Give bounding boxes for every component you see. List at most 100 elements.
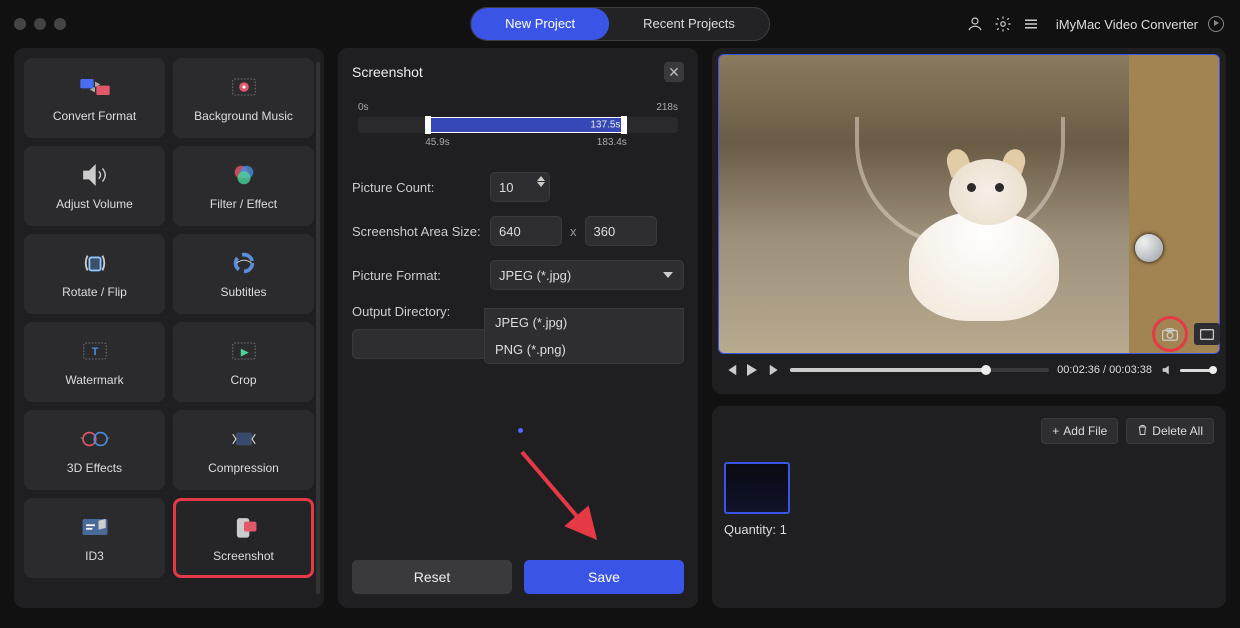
- tool-label: Subtitles: [220, 285, 266, 299]
- area-size-label: Screenshot Area Size:: [352, 224, 482, 239]
- traffic-min[interactable]: [34, 18, 46, 30]
- delete-all-button[interactable]: Delete All: [1126, 418, 1214, 444]
- player-controls: 00:02:36 / 00:03:38: [718, 354, 1220, 386]
- 3d-icon: [79, 425, 111, 453]
- decorative-dot: [518, 428, 523, 433]
- traffic-max[interactable]: [54, 18, 66, 30]
- height-input[interactable]: 360: [585, 216, 657, 246]
- close-panel-button[interactable]: ✕: [664, 62, 684, 82]
- tool-label: Crop: [230, 373, 256, 387]
- picture-format-label: Picture Format:: [352, 268, 482, 283]
- play-round-icon[interactable]: [1208, 16, 1224, 32]
- volume-icon: [79, 161, 111, 189]
- save-button[interactable]: Save: [524, 560, 684, 594]
- seek-bar[interactable]: [790, 368, 1049, 372]
- project-tabs: New Project Recent Projects: [470, 7, 770, 41]
- id3-icon: [79, 513, 111, 541]
- tool-label: Compression: [208, 461, 279, 475]
- file-area: +Add File Delete All Quantity: 1: [712, 406, 1226, 608]
- slider-end-tick: 218s: [656, 102, 678, 113]
- trash-icon: [1137, 424, 1148, 439]
- tool-filter-effect[interactable]: Filter / Effect: [173, 146, 314, 226]
- tool-crop[interactable]: Crop: [173, 322, 314, 402]
- tool-label: Filter / Effect: [210, 197, 277, 211]
- compression-icon: [228, 425, 260, 453]
- rotate-icon: [79, 249, 111, 277]
- slider-start-tick: 0s: [358, 102, 369, 113]
- header-right: iMyMac Video Converter: [966, 15, 1224, 33]
- slider-out-handle[interactable]: [621, 116, 627, 134]
- tool-label: Screenshot: [213, 549, 274, 563]
- dimension-x: x: [570, 224, 577, 239]
- play-button[interactable]: [746, 363, 760, 377]
- right-column: 00:02:36 / 00:03:38 +Add File Delete All…: [712, 48, 1226, 608]
- slider-in-handle[interactable]: [425, 116, 431, 134]
- reset-button[interactable]: Reset: [352, 560, 512, 594]
- tool-watermark[interactable]: T Watermark: [24, 322, 165, 402]
- tab-recent-projects[interactable]: Recent Projects: [609, 8, 769, 40]
- file-thumbnail[interactable]: [724, 462, 790, 514]
- chevron-down-icon: [663, 272, 673, 278]
- prev-button[interactable]: [724, 363, 738, 377]
- tool-adjust-volume[interactable]: Adjust Volume: [24, 146, 165, 226]
- volume-icon: [1160, 363, 1174, 377]
- tool-label: Background Music: [194, 109, 293, 123]
- format-option-png[interactable]: PNG (*.png): [485, 336, 683, 363]
- tool-label: Rotate / Flip: [62, 285, 127, 299]
- tool-background-music[interactable]: Background Music: [173, 58, 314, 138]
- panel-title: Screenshot: [352, 64, 423, 80]
- annotation-arrow: [518, 448, 618, 558]
- tab-new-project[interactable]: New Project: [471, 8, 609, 40]
- subtitles-icon: [228, 249, 260, 277]
- add-file-button[interactable]: +Add File: [1041, 418, 1118, 444]
- tool-convert-format[interactable]: Convert Format: [24, 58, 165, 138]
- tool-compression[interactable]: Compression: [173, 410, 314, 490]
- tools-grid: Convert Format Background Music Adjust V…: [14, 48, 324, 608]
- tool-label: Convert Format: [53, 109, 136, 123]
- scene-cat: [869, 153, 1049, 303]
- format-dropdown: JPEG (*.jpg) PNG (*.png): [484, 308, 684, 364]
- annotation-camera-highlight: [1152, 316, 1188, 352]
- output-dir-label: Output Directory:: [352, 304, 482, 319]
- watermark-icon: T: [79, 337, 111, 365]
- tool-screenshot[interactable]: Screenshot: [173, 498, 314, 578]
- picture-count-input[interactable]: 10: [490, 172, 550, 202]
- account-icon[interactable]: [966, 15, 984, 33]
- screenshot-panel: Screenshot ✕ 0s 218s 137.5s 45.9s 183.4s P…: [338, 48, 698, 608]
- scene-doorknob: [1135, 234, 1163, 262]
- filter-icon: [228, 161, 260, 189]
- convert-icon: [79, 73, 111, 101]
- format-option-jpeg[interactable]: JPEG (*.jpg): [485, 309, 683, 336]
- tool-rotate-flip[interactable]: Rotate / Flip: [24, 234, 165, 314]
- width-input[interactable]: 640: [490, 216, 562, 246]
- time-display: 00:02:36 / 00:03:38: [1057, 364, 1152, 376]
- picture-count-label: Picture Count:: [352, 180, 482, 195]
- video-preview[interactable]: [718, 54, 1220, 354]
- camera-icon[interactable]: [1161, 327, 1179, 342]
- format-select[interactable]: JPEG (*.jpg): [490, 260, 684, 290]
- titlebar: New Project Recent Projects iMyMac Video…: [0, 0, 1240, 48]
- svg-text:T: T: [91, 346, 98, 358]
- tool-id3[interactable]: ID3: [24, 498, 165, 578]
- screenshot-icon: [228, 513, 260, 541]
- volume-control[interactable]: [1160, 363, 1214, 377]
- slider-current-label: 137.5s: [590, 120, 620, 131]
- scene-door: [1129, 55, 1219, 353]
- plus-icon: +: [1052, 424, 1059, 438]
- tool-3d-effects[interactable]: 3D Effects: [24, 410, 165, 490]
- preview-box: 00:02:36 / 00:03:38: [712, 48, 1226, 394]
- time-range-slider[interactable]: 0s 218s 137.5s 45.9s 183.4s: [358, 102, 678, 148]
- menu-icon[interactable]: [1022, 15, 1040, 33]
- tool-label: ID3: [85, 549, 104, 563]
- settings-icon[interactable]: [994, 15, 1012, 33]
- crop-icon: [228, 337, 260, 365]
- tool-subtitles[interactable]: Subtitles: [173, 234, 314, 314]
- tool-label: 3D Effects: [67, 461, 122, 475]
- traffic-close[interactable]: [14, 18, 26, 30]
- slider-in-label: 45.9s: [425, 137, 449, 148]
- window-controls[interactable]: [14, 18, 66, 30]
- fullscreen-button[interactable]: [1194, 323, 1220, 345]
- quantity-label: Quantity: 1: [724, 522, 1214, 537]
- next-button[interactable]: [768, 363, 782, 377]
- slider-out-label: 183.4s: [597, 137, 627, 148]
